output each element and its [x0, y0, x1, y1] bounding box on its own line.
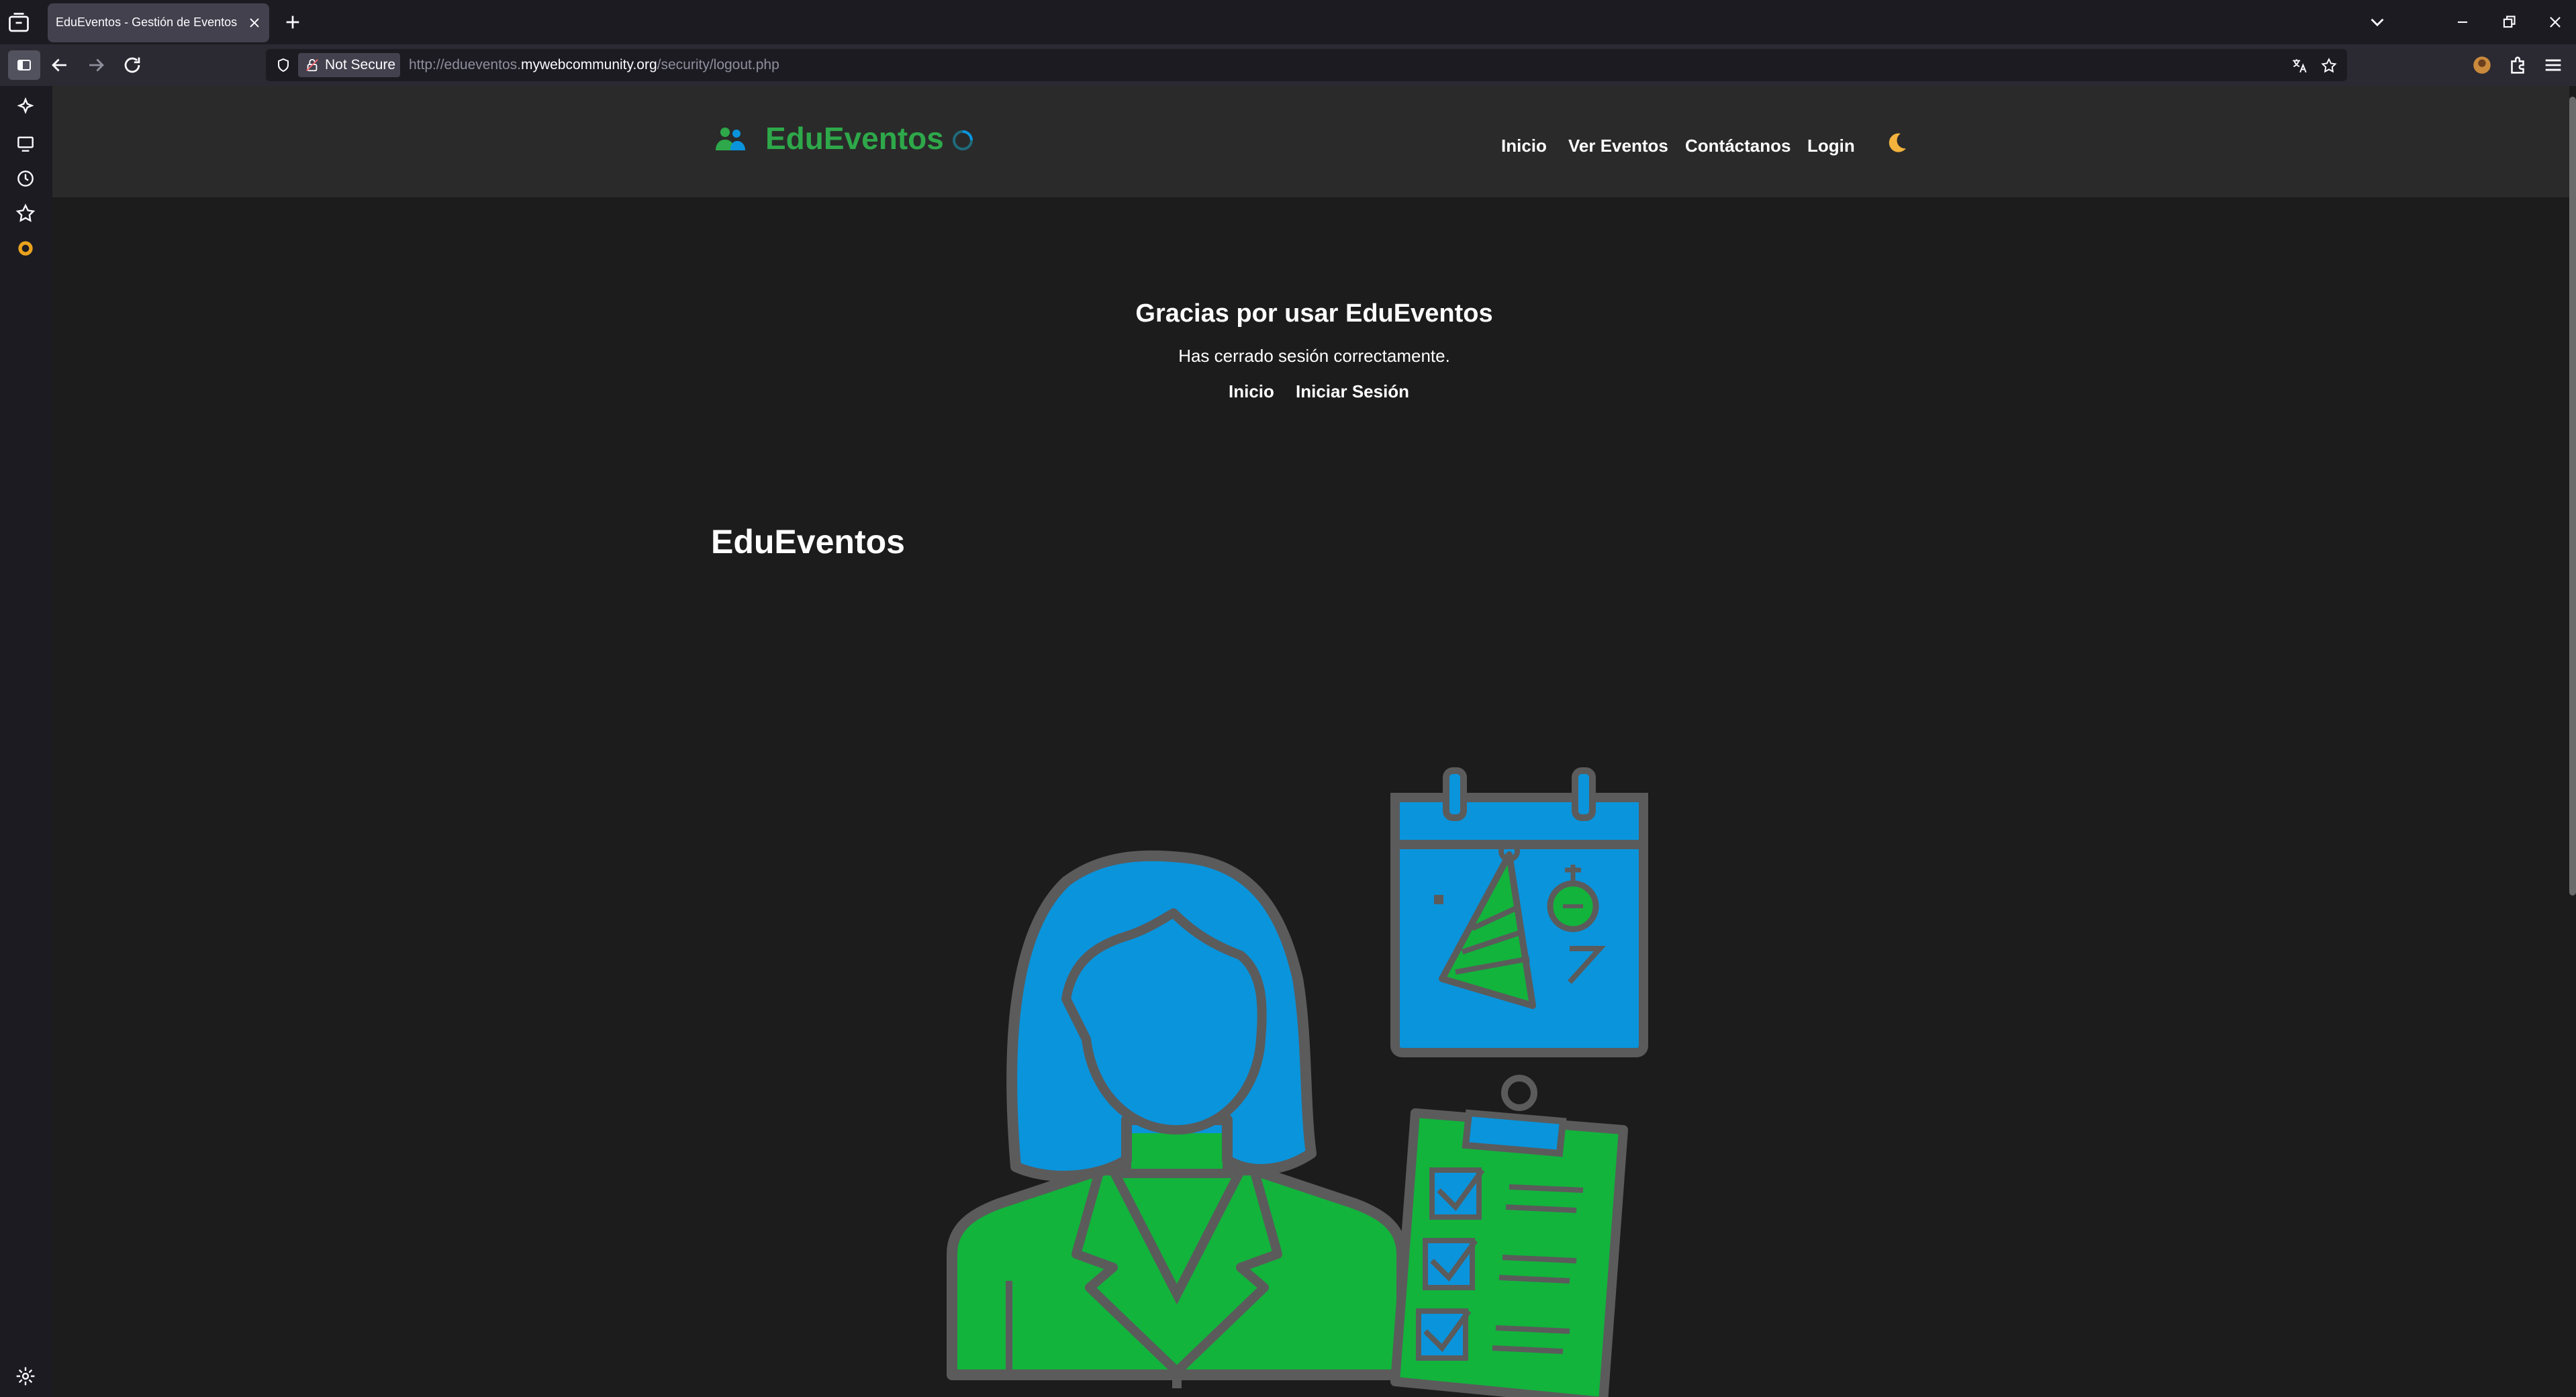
active-tab[interactable]: EduEventos - Gestión de Eventos — [48, 3, 269, 42]
url-domain: mywebcommunity.org — [520, 57, 657, 73]
nav-link-contactanos[interactable]: Contáctanos — [1685, 136, 1791, 156]
extensions-puzzle-icon[interactable] — [2506, 54, 2529, 77]
synced-tabs-icon[interactable] — [15, 133, 36, 154]
logout-link-iniciar-sesion[interactable]: Iniciar Sesión — [1296, 381, 1409, 402]
nav-link-login[interactable]: Login — [1807, 136, 1855, 156]
extension-orange-icon[interactable] — [15, 238, 36, 259]
url-path: /security/logout.php — [657, 57, 779, 73]
nav-link-inicio[interactable]: Inicio — [1501, 136, 1547, 156]
reload-icon[interactable] — [121, 54, 144, 77]
logout-message: Has cerrado sesión correctamente. — [1178, 346, 1450, 366]
tracking-protection-shield-icon[interactable] — [275, 57, 291, 73]
ai-chatbot-icon[interactable] — [15, 97, 36, 118]
nav-link-ver-eventos[interactable]: Ver Eventos — [1568, 136, 1668, 156]
moon-icon[interactable] — [1883, 130, 1910, 156]
brand-logo-text[interactable]: EduEventos — [765, 120, 944, 156]
close-window-icon[interactable] — [2544, 11, 2567, 34]
logout-title: Gracias por usar EduEventos — [1135, 299, 1493, 328]
not-secure-label: Not Secure — [325, 57, 396, 73]
tab-bar: EduEventos - Gestión de Eventos — [0, 0, 2576, 44]
event-organizer-illustration — [947, 767, 1648, 1397]
tab-list-icon[interactable] — [7, 11, 31, 35]
users-group-icon — [716, 128, 745, 150]
tab-overflow-chevron-icon[interactable] — [2366, 11, 2389, 34]
url-text[interactable]: http://edueventos.mywebcommunity.org/sec… — [409, 57, 779, 73]
hamburger-menu-icon[interactable] — [2542, 54, 2565, 77]
tab-title: EduEventos - Gestión de Eventos — [56, 15, 238, 29]
settings-gear-icon[interactable] — [15, 1365, 36, 1387]
navigation-toolbar: Not Secure http://edueventos.mywebcommun… — [0, 44, 2576, 86]
new-tab-icon[interactable] — [282, 11, 303, 33]
loading-spinner-icon — [953, 130, 973, 150]
minimize-icon[interactable] — [2451, 11, 2474, 34]
sidebar-icon — [17, 60, 31, 70]
url-bar[interactable]: Not Secure http://edueventos.mywebcommun… — [266, 49, 2347, 81]
forward-arrow-icon[interactable] — [85, 54, 107, 77]
browser-sidebar — [0, 86, 52, 1397]
restore-icon[interactable] — [2497, 11, 2520, 34]
page-scrollbar[interactable] — [2569, 97, 2576, 896]
site-header: EduEventos Inicio Ver Eventos Contáctano… — [52, 86, 2569, 197]
url-prefix: http://edueventos. — [409, 57, 521, 73]
history-clock-icon[interactable] — [15, 168, 36, 189]
logout-link-inicio[interactable]: Inicio — [1229, 381, 1274, 402]
sidebar-toggle-button[interactable] — [8, 50, 40, 80]
broken-lock-icon — [306, 58, 318, 72]
section-title: EduEventos — [711, 523, 905, 561]
account-avatar-icon[interactable] — [2471, 54, 2493, 77]
bookmarks-star-icon[interactable] — [15, 203, 36, 224]
close-tab-icon[interactable] — [246, 15, 263, 31]
back-arrow-icon[interactable] — [48, 54, 71, 77]
bookmark-star-icon[interactable] — [2320, 57, 2338, 75]
page-viewport: EduEventos Inicio Ver Eventos Contáctano… — [52, 86, 2576, 1397]
not-secure-badge[interactable]: Not Secure — [298, 53, 400, 77]
translate-icon[interactable] — [2291, 57, 2308, 75]
